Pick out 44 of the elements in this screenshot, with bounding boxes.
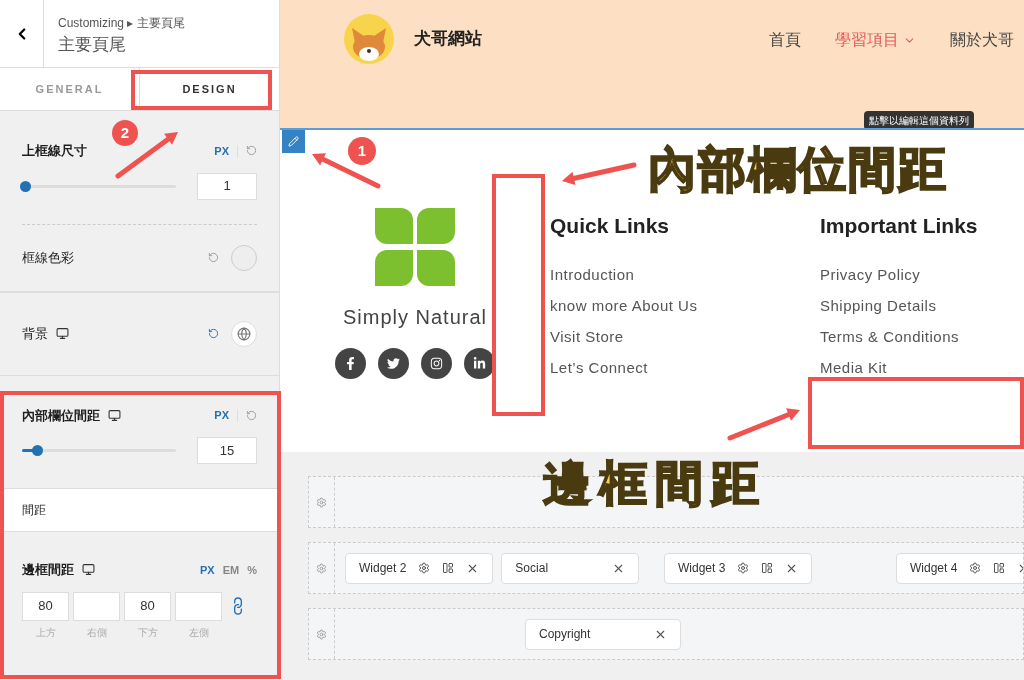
number-field[interactable]: 1 <box>197 172 257 200</box>
builder-item[interactable]: Widget 4 <box>896 552 1023 584</box>
builder-item[interactable]: Copyright <box>525 618 682 650</box>
builder-item[interactable]: Social <box>501 552 640 584</box>
item-label: Widget 4 <box>910 560 958 577</box>
tab[interactable]: DESIGN <box>139 68 279 110</box>
footer-link[interactable]: know more About Us <box>550 294 820 326</box>
footer-link[interactable]: Visit Store <box>550 325 820 357</box>
footer-link[interactable]: Media Kit <box>820 356 978 388</box>
item-label: Copyright <box>539 626 591 643</box>
spacing-field[interactable]: 80 <box>22 591 69 621</box>
builder-item[interactable]: Widget 2 <box>345 552 494 584</box>
control-label: 邊框間距 <box>22 561 74 579</box>
nav-link[interactable]: 關於犬哥 <box>950 28 1014 52</box>
column-title: Quick Links <box>550 213 671 239</box>
unit-toggle[interactable]: PX <box>214 142 229 159</box>
callout-text: 內部欄位間距 <box>648 142 948 198</box>
unit-toggle[interactable]: PX <box>214 407 229 424</box>
footer-link[interactable]: Terms & Conditions <box>820 325 978 357</box>
field-caption: 右側 <box>86 625 107 640</box>
footer-link[interactable]: Privacy Policy <box>820 263 978 295</box>
footer-link[interactable]: Shipping Details <box>820 294 978 326</box>
footer-link[interactable]: Introduction <box>550 263 820 295</box>
control-label: 內部欄位間距 <box>22 406 100 425</box>
nav-link[interactable]: 首頁 <box>769 28 801 52</box>
site-title[interactable]: 犬哥網站 <box>414 26 482 52</box>
column-title: Important Links <box>820 213 978 239</box>
number-field[interactable]: 15 <box>197 437 257 464</box>
control-label: 背景 <box>22 324 48 343</box>
field-caption: 下方 <box>137 625 158 640</box>
item-label: Social <box>515 560 549 577</box>
item-label: Widget 3 <box>678 560 726 577</box>
spacing-field[interactable]: 80 <box>124 591 171 621</box>
field-caption: 左側 <box>188 625 209 640</box>
footer-link[interactable]: Let’s Connect <box>550 356 820 388</box>
item-label: Widget 2 <box>359 560 407 577</box>
breadcrumb: Customizing ▸ 主要頁尾 <box>58 15 185 32</box>
control-label: 上框線尺寸 <box>22 142 87 160</box>
brand-name: Simply Natural <box>342 305 487 330</box>
unit-toggle[interactable]: PX <box>200 561 215 578</box>
control-label: 框線色彩 <box>22 248 74 267</box>
panel-title: 主要頁尾 <box>58 34 127 56</box>
builder-item[interactable]: Widget 3 <box>664 552 813 584</box>
callout-text: 邊框間距 <box>543 456 767 512</box>
